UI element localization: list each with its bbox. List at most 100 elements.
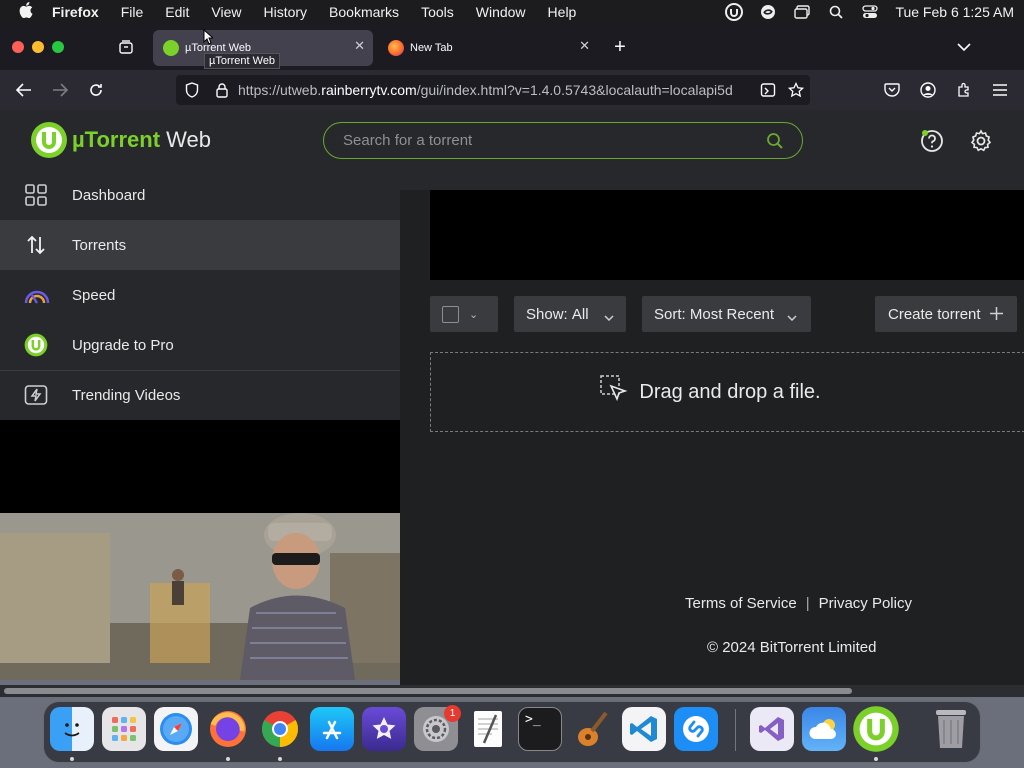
menu-clock[interactable]: Tue Feb 6 1:25 AM bbox=[895, 4, 1014, 20]
menu-bookmarks[interactable]: Bookmarks bbox=[329, 4, 399, 20]
mouse-cursor-icon bbox=[203, 28, 215, 45]
dock-textedit-icon[interactable] bbox=[466, 707, 510, 751]
dock-utorrent-icon[interactable] bbox=[852, 705, 900, 753]
menu-history[interactable]: History bbox=[263, 4, 307, 20]
chevron-down-icon bbox=[604, 308, 614, 325]
menu-tools[interactable]: Tools bbox=[421, 4, 454, 20]
drop-zone-text: Drag and drop a file. bbox=[639, 380, 821, 403]
torrent-search-input[interactable]: Search for a torrent bbox=[323, 122, 803, 159]
firefox-view-icon[interactable] bbox=[116, 37, 136, 57]
window-minimize-button[interactable] bbox=[32, 41, 44, 53]
utorrent-status-icon[interactable] bbox=[725, 2, 744, 21]
create-torrent-button[interactable]: Create torrent bbox=[875, 296, 1017, 332]
dock-finder-icon[interactable] bbox=[50, 707, 94, 751]
url-bar[interactable]: https://utweb. rainberrytv.com/gui/index.… bbox=[176, 75, 810, 105]
dock-imovie-icon[interactable] bbox=[362, 707, 406, 751]
hamburger-menu-icon[interactable] bbox=[990, 80, 1010, 100]
dock-shazam-icon[interactable] bbox=[674, 707, 718, 751]
select-all-checkbox[interactable] bbox=[442, 305, 459, 323]
dock-garageband-icon[interactable] bbox=[570, 707, 614, 751]
show-filter-dropdown[interactable]: Show: All bbox=[514, 296, 626, 332]
window-close-button[interactable] bbox=[12, 41, 24, 53]
apple-icon[interactable] bbox=[0, 1, 52, 22]
dock-safari-icon[interactable] bbox=[154, 707, 198, 751]
extensions-puzzle-icon[interactable] bbox=[954, 80, 974, 100]
ad-banner bbox=[430, 190, 1024, 280]
lightning-video-icon bbox=[24, 383, 48, 407]
tab-new-tab[interactable]: New Tab ✕ bbox=[378, 30, 598, 66]
dock-vscode-icon[interactable] bbox=[622, 707, 666, 751]
tracking-shield-icon[interactable] bbox=[176, 82, 208, 98]
spotlight-search-icon[interactable] bbox=[827, 3, 845, 21]
dock-trash-icon[interactable] bbox=[929, 707, 973, 751]
menu-window[interactable]: Window bbox=[476, 4, 526, 20]
reload-icon[interactable] bbox=[86, 80, 106, 100]
sidebar-item-speed[interactable]: Speed bbox=[0, 270, 400, 320]
file-drop-zone[interactable]: Drag and drop a file. bbox=[430, 352, 1024, 432]
logo-suffix-text: Web bbox=[166, 127, 212, 152]
help-icon[interactable] bbox=[920, 129, 944, 158]
horizontal-scrollbar[interactable] bbox=[0, 685, 1024, 697]
drop-file-cursor-icon bbox=[599, 374, 629, 410]
dock-app-store-icon[interactable] bbox=[310, 707, 354, 751]
show-filter-label: Show: bbox=[526, 305, 568, 323]
account-icon[interactable] bbox=[918, 80, 938, 100]
tab-close-icon[interactable]: ✕ bbox=[354, 38, 365, 54]
tab-tooltip: µTorrent Web bbox=[204, 53, 281, 69]
list-all-tabs-chevron-icon[interactable] bbox=[954, 37, 974, 57]
tab-close-icon[interactable]: ✕ bbox=[579, 38, 590, 54]
new-tab-plus-icon[interactable]: + bbox=[610, 36, 630, 58]
transfer-arrows-icon bbox=[24, 233, 48, 257]
chevron-down-icon[interactable]: ⌄ bbox=[469, 308, 478, 321]
pocket-icon[interactable] bbox=[882, 80, 902, 100]
url-host: rainberrytv.com bbox=[321, 82, 417, 98]
chevron-down-icon bbox=[787, 308, 797, 325]
settings-gear-icon[interactable] bbox=[969, 129, 993, 158]
select-all-checkbox-dropdown[interactable]: ⌄ bbox=[430, 296, 498, 332]
control-center-icon[interactable] bbox=[861, 3, 879, 21]
lock-icon[interactable] bbox=[208, 82, 236, 98]
bookmark-star-icon[interactable] bbox=[786, 80, 806, 100]
url-path: /gui/index.html?v=1.4.0.5743&localauth=l… bbox=[416, 82, 733, 98]
sidebar-item-label: Dashboard bbox=[72, 186, 146, 204]
terms-of-service-link[interactable]: Terms of Service bbox=[685, 595, 797, 612]
scrollbar-thumb[interactable] bbox=[4, 688, 852, 694]
window-zoom-button[interactable] bbox=[52, 41, 64, 53]
sidebar-item-label: Speed bbox=[72, 286, 116, 304]
sort-dropdown[interactable]: Sort: Most Recent bbox=[642, 296, 811, 332]
search-icon[interactable] bbox=[766, 132, 784, 154]
sync-icon[interactable] bbox=[759, 3, 777, 21]
dock-launchpad-icon[interactable] bbox=[102, 707, 146, 751]
utorrent-logo-icon bbox=[24, 333, 48, 357]
back-arrow-icon[interactable] bbox=[14, 80, 34, 100]
menu-view[interactable]: View bbox=[211, 4, 241, 20]
sidebar: Dashboard Torrents Speed Upgrade to Pro … bbox=[0, 170, 400, 420]
privacy-policy-link[interactable]: Privacy Policy bbox=[819, 595, 912, 612]
sidebar-item-trending-videos[interactable]: Trending Videos bbox=[0, 370, 400, 420]
screen-mirroring-icon[interactable] bbox=[793, 3, 811, 21]
footer-separator: | bbox=[805, 595, 810, 612]
utorrent-web-logo[interactable]: µTorrent Web bbox=[30, 121, 211, 159]
trending-video-player[interactable] bbox=[0, 513, 400, 680]
sidebar-item-label: Upgrade to Pro bbox=[72, 336, 174, 354]
menu-app-name[interactable]: Firefox bbox=[52, 4, 99, 20]
dock-chrome-icon[interactable] bbox=[258, 707, 302, 751]
menu-help[interactable]: Help bbox=[548, 4, 577, 20]
forward-arrow-icon[interactable] bbox=[50, 80, 70, 100]
sidebar-item-upgrade[interactable]: Upgrade to Pro bbox=[0, 320, 400, 370]
sort-label: Sort: bbox=[654, 305, 686, 323]
sort-value: Most Recent bbox=[689, 305, 775, 323]
menu-file[interactable]: File bbox=[121, 4, 144, 20]
utorrent-logo-icon bbox=[31, 122, 67, 158]
reader-view-icon[interactable] bbox=[758, 80, 778, 100]
dock-running-indicator bbox=[70, 757, 74, 761]
dock-firefox-icon[interactable] bbox=[206, 707, 250, 751]
dock-visual-studio-icon[interactable] bbox=[750, 707, 794, 751]
dock-running-indicator bbox=[874, 757, 878, 761]
menu-edit[interactable]: Edit bbox=[165, 4, 189, 20]
macos-menu-bar: Firefox File Edit View History Bookmarks… bbox=[0, 0, 1024, 23]
dock-terminal-icon[interactable]: >_ bbox=[518, 707, 562, 751]
sidebar-item-dashboard[interactable]: Dashboard bbox=[0, 170, 400, 220]
dock-weather-icon[interactable] bbox=[802, 707, 846, 751]
sidebar-item-torrents[interactable]: Torrents bbox=[0, 220, 400, 270]
